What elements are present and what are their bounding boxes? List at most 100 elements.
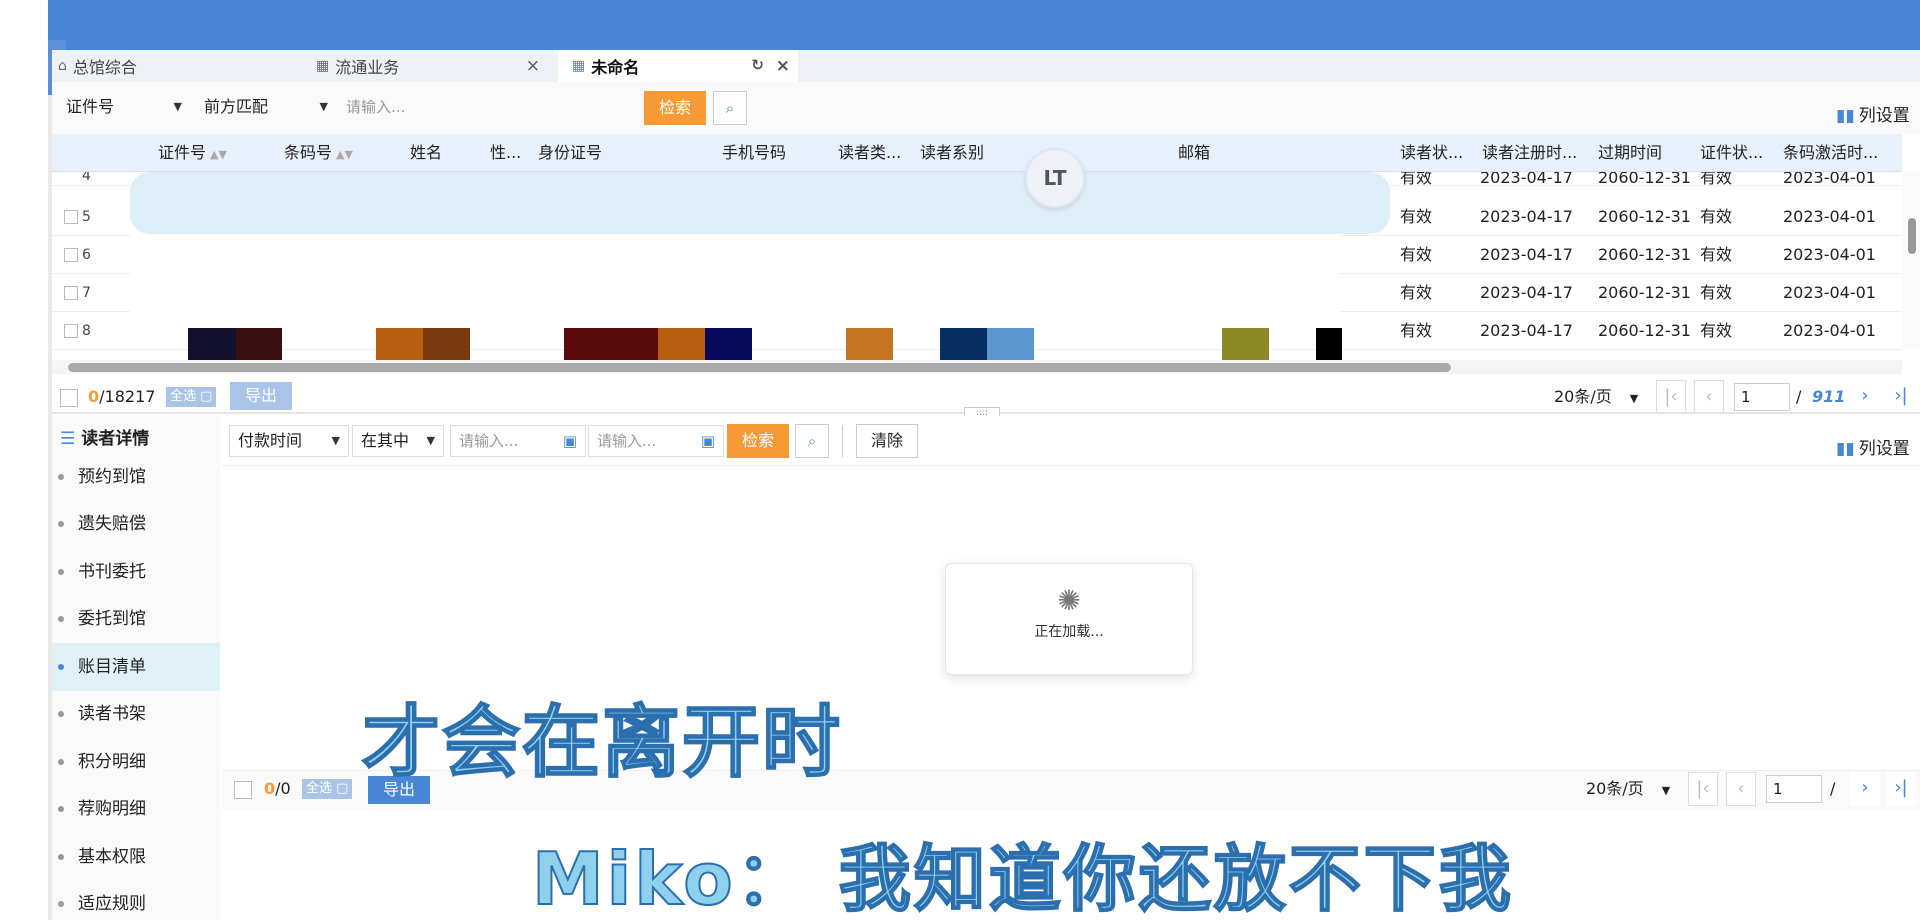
column-header[interactable]: 读者系别 <box>920 134 1040 172</box>
sidebar-item-active[interactable]: 账目清单 <box>52 643 220 691</box>
prev-page-icon[interactable]: ‹ <box>1726 772 1756 806</box>
loading-dialog: ✺ 正在加载... <box>945 563 1193 675</box>
calendar-icon[interactable]: ▣ <box>701 426 715 456</box>
sidebar-item-label: 书刊委托 <box>78 562 146 582</box>
advanced-search-icon[interactable]: ⌕ <box>795 424 829 458</box>
column-header[interactable]: 性... <box>490 134 530 172</box>
calendar-icon[interactable]: ▣ <box>563 426 577 456</box>
export-button[interactable]: 导出 <box>230 382 292 410</box>
match-select[interactable]: 前方匹配 ▼ <box>196 92 336 124</box>
end-date-input[interactable]: 请输入... ▣ <box>588 425 724 457</box>
bullet-icon <box>58 616 64 622</box>
row-checkbox[interactable] <box>64 286 78 300</box>
range-select[interactable]: 在其中 ▼ <box>352 425 444 457</box>
bullet-icon <box>58 569 64 575</box>
detail-column-settings[interactable]: ▮▮ 列设置 <box>1836 434 1910 459</box>
end-date-placeholder: 请输入... <box>597 432 657 450</box>
search-button[interactable]: 检索 <box>644 91 706 125</box>
last-page-icon[interactable]: ›| <box>1886 772 1916 806</box>
select-all-toggle[interactable]: 全选 ▢ <box>166 387 217 407</box>
column-header[interactable]: 手机号码 <box>722 134 832 172</box>
vertical-scrollbar[interactable] <box>1902 172 1920 348</box>
select-all-checkbox[interactable] <box>60 389 78 407</box>
page-size-select[interactable]: 20条/页 ▼ <box>1586 770 1670 808</box>
refresh-icon[interactable]: ↻ <box>751 56 764 74</box>
column-header[interactable]: 过期时间 <box>1598 134 1694 172</box>
redaction-block <box>1316 328 1342 362</box>
column-header[interactable]: 条码号 ▲▼ <box>284 134 394 172</box>
field-select[interactable]: 证件号 ▼ <box>58 92 190 124</box>
time-field-select[interactable]: 付款时间 ▼ <box>229 425 349 457</box>
row-checkbox[interactable] <box>64 210 78 224</box>
page-input[interactable]: 1 <box>1766 775 1822 803</box>
select-all-toggle[interactable]: 全选 ▢ <box>302 779 353 799</box>
horizontal-scroll-thumb[interactable] <box>68 363 1451 372</box>
search-input[interactable]: 请输入... <box>338 92 644 124</box>
first-page-icon[interactable]: |‹ <box>1688 772 1718 806</box>
start-date-input[interactable]: 请输入... ▣ <box>450 425 586 457</box>
vertical-scroll-thumb[interactable] <box>1908 218 1916 254</box>
sort-icon[interactable]: ▲▼ <box>336 148 353 161</box>
advanced-search-icon[interactable]: ⌕ <box>713 91 747 125</box>
redaction-overlay <box>130 172 1390 234</box>
column-header[interactable]: 身份证号 <box>538 134 698 172</box>
page-size-select[interactable]: 20条/页 ▼ <box>1554 378 1638 416</box>
sidebar-item-label: 账目清单 <box>78 657 146 677</box>
tab-untitled[interactable]: ▦ 未命名 ↻ × <box>558 50 798 82</box>
redaction-block <box>846 328 893 362</box>
home-icon: ⌂ <box>58 58 67 74</box>
tab-label: 流通业务 <box>335 58 400 77</box>
expire-date: 2060-12-31 <box>1598 321 1691 340</box>
column-header[interactable]: 证件号 ▲▼ <box>158 134 268 172</box>
sidebar-item[interactable]: 预约到馆 <box>52 453 220 501</box>
redaction-block <box>1222 328 1269 362</box>
reader-status: 有效 <box>1400 207 1433 226</box>
sidebar-item[interactable]: 读者书架 <box>52 690 220 738</box>
next-page-icon[interactable]: › <box>1850 772 1880 806</box>
sidebar-item[interactable]: 书刊委托 <box>52 548 220 596</box>
cert-status: 有效 <box>1700 283 1733 302</box>
sidebar-item[interactable]: 遗失赔偿 <box>52 500 220 548</box>
first-page-icon[interactable]: |‹ <box>1656 380 1686 414</box>
column-header[interactable]: 读者状... <box>1400 134 1472 172</box>
activate-date: 2023-04-01 <box>1783 283 1876 302</box>
column-settings-button[interactable]: ▮▮ 列设置 <box>1836 101 1910 126</box>
sidebar-item[interactable]: 适应规则 <box>52 880 220 920</box>
tab-label: 未命名 <box>591 58 640 77</box>
sidebar-item[interactable]: 委托到馆 <box>52 595 220 643</box>
column-header[interactable]: 读者类... <box>838 134 914 172</box>
top-header-bar <box>48 0 1920 50</box>
columns-icon: ▮▮ <box>1836 439 1855 459</box>
column-header[interactable]: 姓名 <box>410 134 470 172</box>
sidebar-item[interactable]: 积分明细 <box>52 738 220 786</box>
tab-circulation[interactable]: ▦ 流通业务 × <box>308 50 548 82</box>
cert-status: 有效 <box>1700 207 1733 226</box>
tab-home[interactable]: ⌂ 总馆综合 <box>58 50 298 82</box>
sidebar-item[interactable]: 基本权限 <box>52 833 220 881</box>
spinner-icon: ✺ <box>1057 584 1081 617</box>
close-icon[interactable]: × <box>526 56 540 76</box>
column-header[interactable]: 邮箱 <box>1178 134 1298 172</box>
bullet-icon <box>58 901 64 907</box>
page-input[interactable]: 1 <box>1734 383 1790 411</box>
activate-date: 2023-04-01 <box>1783 245 1876 264</box>
detail-search-button[interactable]: 检索 <box>727 424 789 458</box>
column-header[interactable]: 证件状... <box>1700 134 1772 172</box>
column-header[interactable]: 读者注册时... <box>1482 134 1594 172</box>
register-date: 2023-04-17 <box>1480 283 1573 302</box>
expire-date: 2060-12-31 <box>1598 283 1691 302</box>
row-checkbox[interactable] <box>64 248 78 262</box>
sort-icon[interactable]: ▲▼ <box>210 148 227 161</box>
select-all-checkbox[interactable] <box>234 781 252 799</box>
sidebar-item[interactable]: 荐购明细 <box>52 785 220 833</box>
column-header[interactable]: 条码激活时... <box>1783 134 1895 172</box>
close-icon[interactable]: × <box>776 56 790 76</box>
row-checkbox[interactable] <box>64 324 78 338</box>
clear-button[interactable]: 清除 <box>856 424 918 458</box>
redaction-block <box>705 328 752 362</box>
next-page-icon[interactable]: › <box>1850 380 1880 414</box>
column-settings-label: 列设置 <box>1858 439 1910 459</box>
prev-page-icon[interactable]: ‹ <box>1694 380 1724 414</box>
last-page-icon[interactable]: ›| <box>1886 380 1916 414</box>
subtitle-line-1: 才会在离开时 <box>361 697 843 789</box>
